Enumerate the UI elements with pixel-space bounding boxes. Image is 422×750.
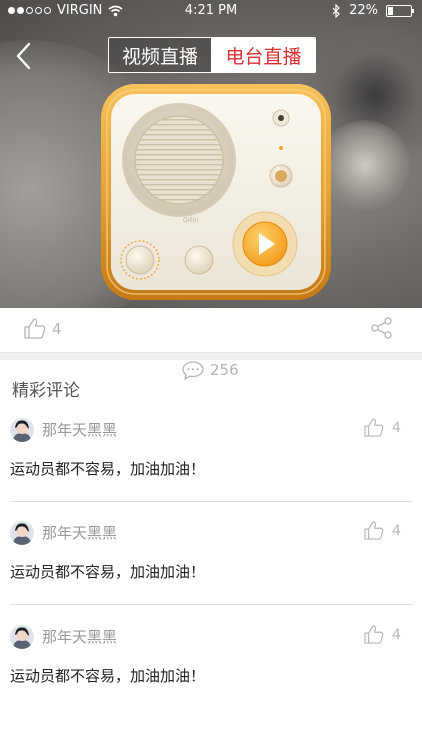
user-avatar-icon	[10, 521, 34, 545]
share-icon	[371, 317, 392, 339]
share-button[interactable]	[371, 317, 393, 339]
comment-like-button[interactable]: 4	[364, 418, 401, 437]
background-blur	[320, 120, 410, 210]
thumbs-up-icon	[364, 418, 384, 437]
comment-item: 那年天黑黑 4 运动员都不容易，加油加油！	[0, 625, 422, 729]
comment-username: 那年天黑黑	[42, 421, 118, 439]
comment-username: 那年天黑黑	[42, 628, 118, 646]
user-avatar-icon	[10, 625, 34, 649]
comment-count: 256	[210, 361, 239, 379]
thumbs-up-icon	[24, 318, 46, 339]
avatar[interactable]	[10, 418, 34, 442]
like-count: 4	[52, 319, 62, 338]
svg-text:Qiliin: Qiliin	[183, 217, 198, 224]
radio-illustration: Qiliin	[101, 84, 331, 300]
section-separator	[0, 352, 422, 360]
live-type-switch[interactable]: 视频直播 电台直播	[108, 37, 316, 73]
comment-username: 那年天黑黑	[42, 524, 118, 542]
comment-text: 运动员都不容易，加油加油！	[10, 563, 206, 581]
back-button[interactable]	[10, 36, 44, 76]
action-bar: 4 256	[0, 308, 422, 380]
status-right: 22%	[332, 3, 414, 18]
tab-radio-live[interactable]: 电台直播	[212, 38, 315, 72]
battery-icon	[386, 4, 414, 17]
avatar[interactable]	[10, 521, 34, 545]
comment-divider	[10, 604, 412, 605]
thumbs-up-icon	[364, 625, 384, 644]
comment-item: 那年天黑黑 4 运动员都不容易，加油加油！	[0, 521, 422, 625]
comment-text: 运动员都不容易，加油加油！	[10, 667, 206, 685]
comments-section-title: 精彩评论	[12, 381, 80, 401]
comment-icon	[182, 360, 204, 380]
battery-level-fill	[388, 6, 393, 15]
bluetooth-icon	[332, 3, 340, 18]
comment-like-button[interactable]: 4	[364, 521, 401, 540]
comment-like-count: 4	[392, 626, 401, 643]
status-bar: VIRGIN 4:21 PM 22%	[0, 0, 422, 22]
battery-percent: 22%	[349, 3, 378, 18]
thumbs-up-icon	[364, 521, 384, 540]
comment-item: 那年天黑黑 4 运动员都不容易，加油加油！	[0, 418, 422, 522]
radio-hero: VIRGIN 4:21 PM 22% 视频直播 电台直播 Qiliin	[0, 0, 422, 308]
tab-video-live[interactable]: 视频直播	[109, 38, 212, 72]
comment-like-count: 4	[392, 419, 401, 436]
like-button[interactable]: 4	[24, 318, 62, 339]
comment-divider	[10, 501, 412, 502]
avatar[interactable]	[10, 625, 34, 649]
chevron-left-icon	[16, 42, 31, 70]
user-avatar-icon	[10, 418, 34, 442]
comment-like-button[interactable]: 4	[364, 625, 401, 644]
comment-text: 运动员都不容易，加油加油！	[10, 460, 206, 478]
comment-like-count: 4	[392, 522, 401, 539]
